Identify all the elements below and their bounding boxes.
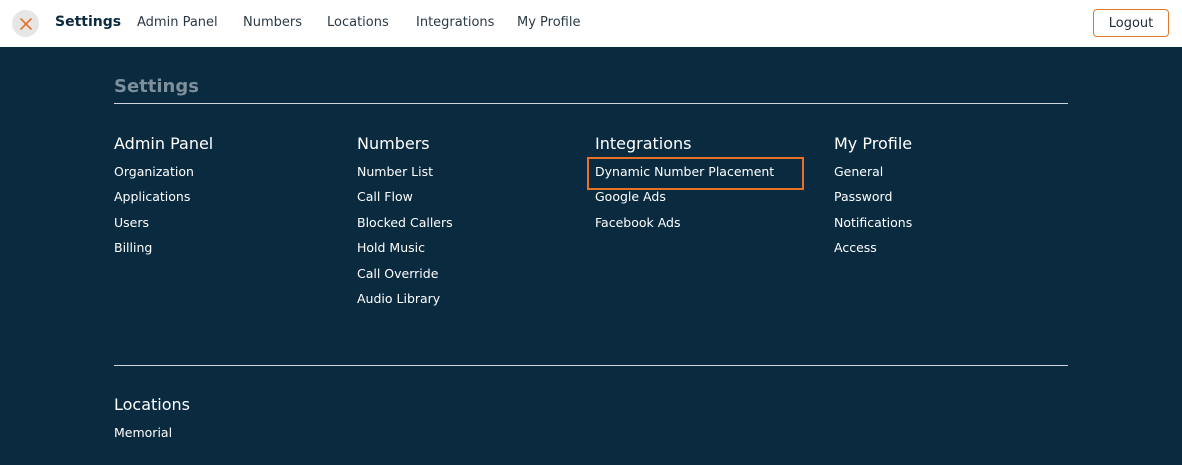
nav-link-integrations[interactable]: Integrations [416,15,494,30]
section-locations: Locations Memorial [114,394,190,449]
section-admin-panel: Admin Panel Organization Applications Us… [114,133,213,265]
section-title-numbers: Numbers [357,134,430,153]
menu-item-dynamic-number-placement[interactable]: Dynamic Number Placement [595,163,774,188]
section-my-profile: My Profile General Password Notification… [834,133,912,265]
settings-panel: Settings Admin Panel Organization Applic… [0,47,1182,465]
menu-item-access[interactable]: Access [834,239,912,264]
divider-bottom [114,365,1068,366]
section-integrations: Integrations Dynamic Number Placement Go… [595,133,774,239]
menu-item-general[interactable]: General [834,163,912,188]
nav-link-admin-panel[interactable]: Admin Panel [137,15,218,30]
menu-item-audio-library[interactable]: Audio Library [357,290,453,315]
menu-item-organization[interactable]: Organization [114,163,213,188]
close-icon [19,17,32,30]
nav-link-numbers[interactable]: Numbers [243,15,302,30]
logout-button[interactable]: Logout [1093,9,1169,37]
divider-top [114,103,1068,104]
menu-item-call-override[interactable]: Call Override [357,265,453,290]
page-title: Settings [114,76,199,97]
menu-item-applications[interactable]: Applications [114,188,213,213]
menu-item-blocked-callers[interactable]: Blocked Callers [357,214,453,239]
menu-item-number-list[interactable]: Number List [357,163,453,188]
menu-item-notifications[interactable]: Notifications [834,214,912,239]
nav-link-locations[interactable]: Locations [327,15,389,30]
menu-item-memorial[interactable]: Memorial [114,424,190,449]
section-title-integrations: Integrations [595,134,692,153]
menu-item-call-flow[interactable]: Call Flow [357,188,453,213]
menu-item-password[interactable]: Password [834,188,912,213]
nav-title: Settings [55,14,122,30]
section-title-my-profile: My Profile [834,134,913,153]
menu-item-users[interactable]: Users [114,214,213,239]
section-title-admin-panel: Admin Panel [114,134,214,153]
menu-item-facebook-ads[interactable]: Facebook Ads [595,214,774,239]
menu-item-google-ads[interactable]: Google Ads [595,188,774,213]
close-button[interactable] [12,10,39,37]
nav-link-my-profile[interactable]: My Profile [517,15,580,30]
menu-item-hold-music[interactable]: Hold Music [357,239,453,264]
top-nav-bar: Settings Admin Panel Numbers Locations I… [0,0,1182,47]
menu-item-billing[interactable]: Billing [114,239,213,264]
section-title-locations: Locations [114,395,191,414]
section-numbers: Numbers Number List Call Flow Blocked Ca… [357,133,453,315]
